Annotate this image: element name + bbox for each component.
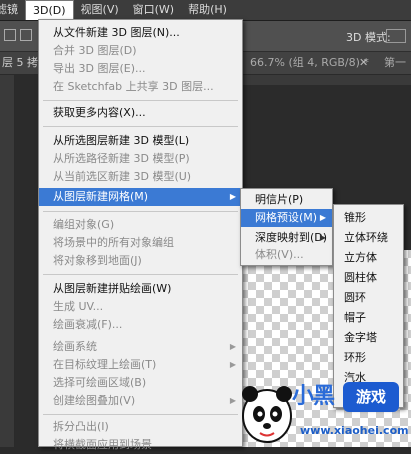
3d-dropdown-menu: 从文件新建 3D 图层(N)... 合并 3D 图层(D) 导出 3D 图层(E…	[38, 19, 243, 451]
watermark-url: www.xiaohei.com	[300, 424, 409, 437]
menu-item-preset-cube[interactable]: 立方体	[334, 249, 403, 267]
menu-item-preset-cylinder[interactable]: 圆柱体	[334, 269, 403, 287]
menu-item-paint-system[interactable]: 绘画系统 ▶	[39, 338, 242, 356]
menu-item-generate-uv[interactable]: 生成 UV...	[39, 298, 242, 316]
menu-item-new-3d-layer-from-file[interactable]: 从文件新建 3D 图层(N)...	[39, 24, 242, 42]
3d-mode-label: 3D 模式:	[346, 31, 391, 44]
submenu-arrow-icon: ▶	[229, 342, 236, 351]
menu-item-mesh-preset[interactable]: 网格预设(M) ▶	[241, 209, 332, 227]
tab-first[interactable]: 第一	[384, 52, 406, 74]
menu-item-new-mesh-from-layer[interactable]: 从图层新建网格(M) ▶	[39, 188, 242, 206]
menu-item-preset-cone[interactable]: 锥形	[334, 209, 403, 227]
submenu-arrow-icon: ▶	[229, 396, 236, 405]
menu-item-volume[interactable]: 体积(V)...	[241, 246, 332, 264]
menu-window[interactable]: 窗口(W)	[126, 0, 181, 20]
watermark-badge: 游戏	[343, 382, 399, 412]
menu-item-preset-cube-wrap[interactable]: 立体环绕	[334, 229, 403, 247]
menu-item-select-paintable-area[interactable]: 选择可绘画区域(B)	[39, 374, 242, 392]
menu-item-new-3d-from-selection[interactable]: 从当前选区新建 3D 模型(U)	[39, 168, 242, 186]
menu-view[interactable]: 视图(V)	[74, 0, 126, 20]
menu-item-depth-map[interactable]: 深度映射到(D) ▶	[241, 229, 332, 247]
menu-separator	[43, 126, 238, 127]
menu-item-postcard[interactable]: 明信片(P)	[241, 191, 332, 209]
menu-item-preset-donut[interactable]: 圆环	[334, 289, 403, 307]
menu-bar: 滤镜 3D(D) 视图(V) 窗口(W) 帮助(H)	[0, 0, 411, 21]
menu-item-create-paint-overlay[interactable]: 创建绘图叠加(V) ▶	[39, 392, 242, 410]
align-left-icon[interactable]	[4, 29, 16, 41]
submenu-arrow-icon: ▶	[229, 192, 236, 201]
menu-separator	[43, 414, 238, 415]
horizontal-ruler	[240, 75, 411, 85]
submenu-arrow-icon: ▶	[319, 213, 326, 222]
menu-item-split-extrusion[interactable]: 拆分凸出(I)	[39, 418, 242, 436]
menu-separator	[43, 274, 238, 275]
menu-3d[interactable]: 3D(D)	[25, 0, 74, 20]
menu-item-new-tiled-painting[interactable]: 从图层新建拼贴绘画(W)	[39, 280, 242, 298]
menu-item-merge-3d-layers[interactable]: 合并 3D 图层(D)	[39, 42, 242, 60]
menu-item-group-all-objects[interactable]: 将场景中的所有对象编组	[39, 234, 242, 252]
3d-mode-icon[interactable]	[386, 29, 406, 43]
menu-item-share-sketchfab[interactable]: 在 Sketchfab 上共享 3D 图层...	[39, 78, 242, 96]
menu-item-preset-pyramid[interactable]: 金字塔	[334, 329, 403, 347]
menu-item-preset-ring[interactable]: 环形	[334, 349, 403, 367]
mesh-from-layer-submenu: 明信片(P) 网格预设(M) ▶ 深度映射到(D) ▶ 体积(V)...	[240, 188, 333, 266]
menu-item-group-objects[interactable]: 编组对象(G)	[39, 216, 242, 234]
close-icon[interactable]: ✕	[359, 52, 368, 74]
menu-help[interactable]: 帮助(H)	[181, 0, 234, 20]
menu-item-paint-on-target-texture[interactable]: 在目标纹理上绘画(T) ▶	[39, 356, 242, 374]
menu-item-apply-cross-section[interactable]: 将横截面应用到场景	[39, 436, 242, 454]
menu-item-paint-falloff[interactable]: 绘画衰减(F)...	[39, 316, 242, 334]
submenu-arrow-icon: ▶	[319, 233, 326, 242]
submenu-arrow-icon: ▶	[229, 360, 236, 369]
menu-separator	[43, 211, 238, 212]
menu-item-get-more-content[interactable]: 获取更多内容(X)...	[39, 104, 242, 122]
menu-item-move-to-ground[interactable]: 将对象移到地面(J)	[39, 252, 242, 270]
tab-active-document[interactable]: 66.7% (组 4, RGB/8) *	[250, 52, 369, 74]
menu-item-export-3d-layer[interactable]: 导出 3D 图层(E)...	[39, 60, 242, 78]
menu-item-new-3d-from-path[interactable]: 从所选路径新建 3D 模型(P)	[39, 150, 242, 168]
menu-item-preset-hat[interactable]: 帽子	[334, 309, 403, 327]
vertical-ruler	[0, 75, 15, 447]
menu-separator	[43, 100, 238, 101]
menu-item-new-3d-from-layer[interactable]: 从所选图层新建 3D 模型(L)	[39, 132, 242, 150]
menu-filter[interactable]: 滤镜	[0, 0, 25, 20]
align-center-icon[interactable]	[20, 29, 32, 41]
watermark-title: 小黑	[292, 384, 335, 409]
